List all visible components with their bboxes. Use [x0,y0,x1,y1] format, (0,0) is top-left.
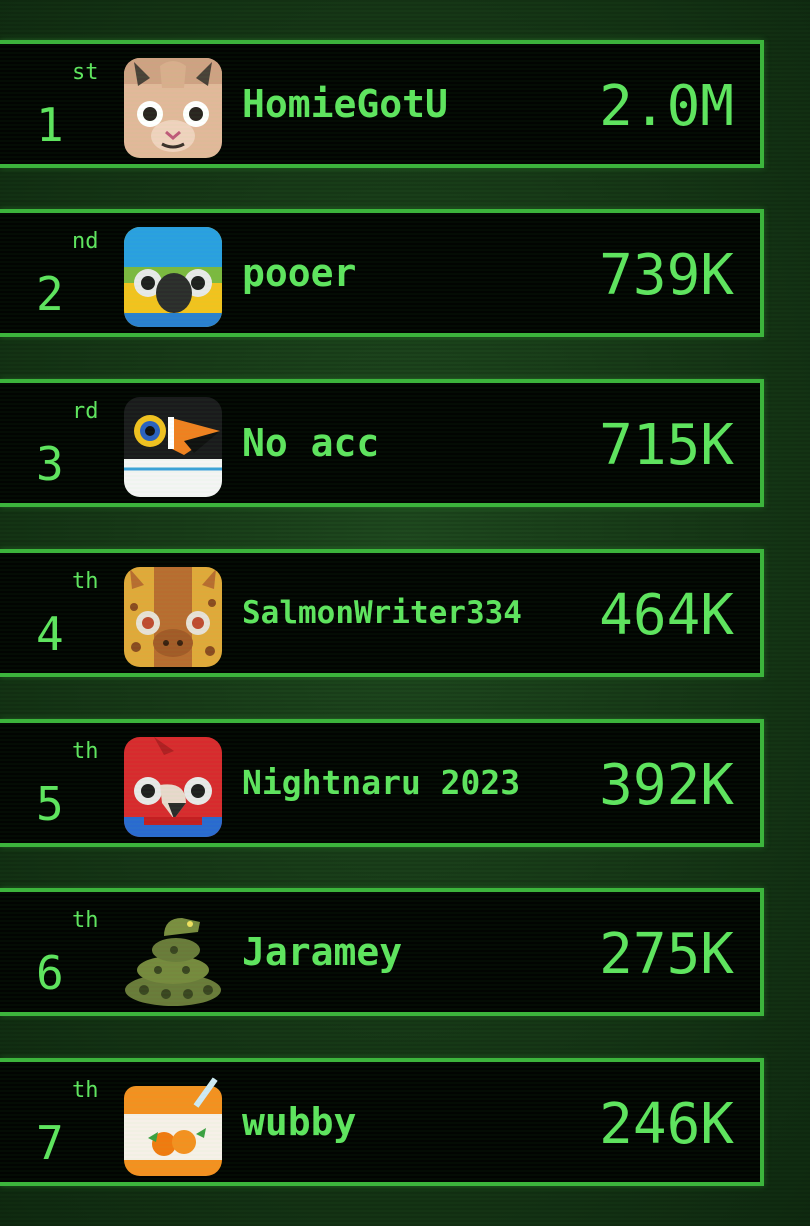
leaderboard: 1 st HomieGotU 2.0M 2 nd pooer 739K 3 rd… [0,0,810,1226]
player-name: HomieGotU [242,82,448,126]
player-score: 464K [599,583,734,648]
rank-number: 6 [36,946,64,1000]
leaderboard-row[interactable]: 1 st HomieGotU 2.0M [0,40,764,168]
player-score: 246K [599,1092,734,1157]
rank-suffix: th [72,739,99,764]
player-name: wubby [242,1100,357,1144]
alpaca-avatar-icon [124,58,222,158]
player-name: pooer [242,251,357,295]
player-name: SalmonWriter334 [242,595,522,631]
player-score: 715K [599,413,734,478]
player-name: Nightnaru 2023 [242,763,521,802]
leaderboard-row[interactable]: 6 th Jaramey 275K [0,888,764,1016]
orange-juice-box-avatar-icon [124,1076,222,1176]
rank-number: 3 [36,437,64,491]
toucan-avatar-icon [124,397,222,497]
rank-suffix: th [72,908,99,933]
player-name: Jaramey [242,930,403,974]
rank-suffix: rd [72,399,99,424]
rank-number: 2 [36,267,64,321]
blue-macaw-avatar-icon [124,227,222,327]
leaderboard-row[interactable]: 4 th SalmonWriter334 464K [0,549,764,677]
rank-suffix: st [72,60,99,85]
leaderboard-row[interactable]: 7 th wubby 246K [0,1058,764,1186]
scarlet-macaw-avatar-icon [124,737,222,837]
giraffe-avatar-icon [124,567,222,667]
rank-number: 4 [36,607,64,661]
player-name: No acc [242,421,380,465]
leaderboard-row[interactable]: 3 rd No acc 715K [0,379,764,507]
player-score: 2.0M [599,74,734,139]
player-score: 275K [599,922,734,987]
rank-number: 5 [36,777,64,831]
rank-number: 7 [36,1116,64,1170]
player-score: 392K [599,753,734,818]
player-score: 739K [599,243,734,308]
rank-suffix: th [72,569,99,594]
snake-avatar-icon [124,906,222,1006]
rank-suffix: th [72,1078,99,1103]
rank-suffix: nd [72,229,99,254]
leaderboard-row[interactable]: 5 th Nightnaru 2023 392K [0,719,764,847]
leaderboard-row[interactable]: 2 nd pooer 739K [0,209,764,337]
rank-number: 1 [36,98,64,152]
